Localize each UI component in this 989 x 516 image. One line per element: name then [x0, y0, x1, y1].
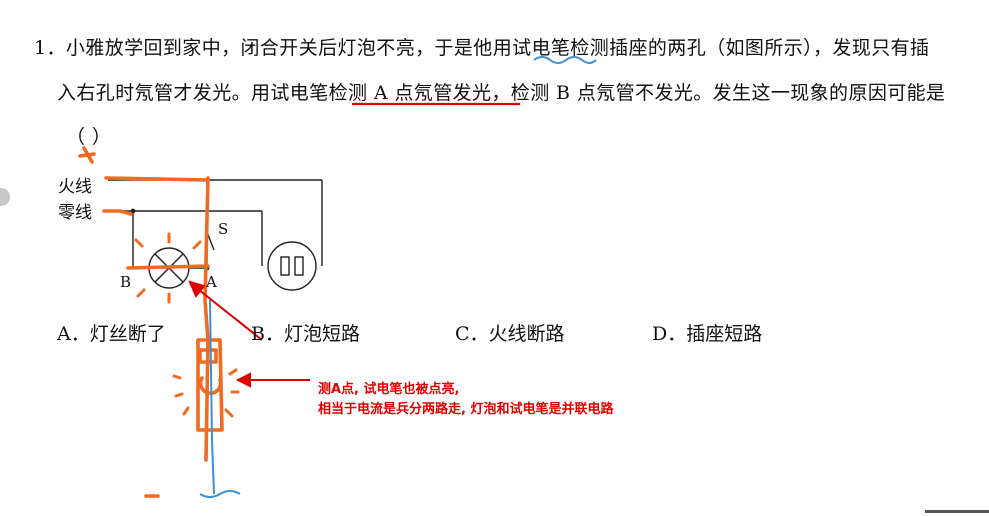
- option-d[interactable]: D．插座短路: [652, 319, 762, 346]
- bottom-edge-bar: [925, 510, 989, 513]
- annotation-line-1: 测A点, 试电笔也被点亮,: [318, 382, 460, 397]
- arrow-head-lower: [235, 372, 251, 388]
- blue-underline: [533, 56, 597, 64]
- label-point-a: A: [206, 273, 217, 291]
- label-point-b: B: [120, 273, 132, 291]
- option-c[interactable]: C．火线断路: [455, 319, 565, 346]
- label-switch: S: [218, 220, 229, 238]
- label-neutral-wire: 零线: [58, 203, 92, 223]
- option-a[interactable]: A．灯丝断了: [57, 319, 166, 346]
- arrow-head-upper: [188, 280, 206, 298]
- option-b[interactable]: B．灯泡短路: [251, 319, 360, 346]
- label-live-wire: 火线: [58, 177, 92, 197]
- socket-icon: [267, 241, 317, 291]
- worksheet-page: 1．小雅放学回到家中，闭合开关后灯泡不亮，于是他用试电笔检测插座的两孔（如图所示…: [0, 0, 989, 516]
- circuit-diagram: [78, 56, 597, 498]
- annotation-line-2: 相当于电流是兵分两路走, 灯泡和试电笔是并联电路: [318, 402, 614, 417]
